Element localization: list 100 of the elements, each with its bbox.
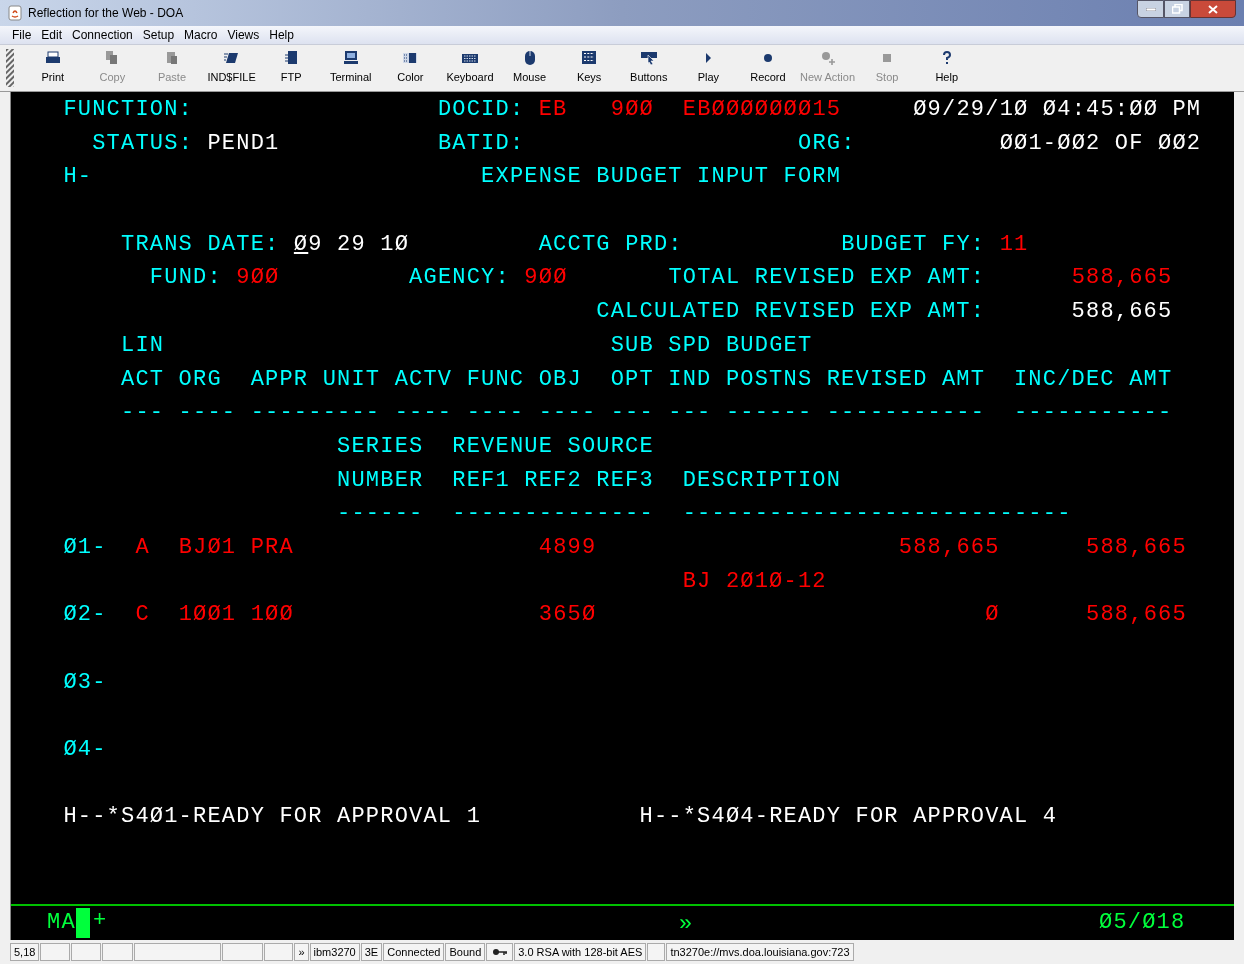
key-icon <box>491 948 508 956</box>
status-field: tn3270e://mvs.doa.louisiana.gov:723 <box>666 943 854 961</box>
terminal-text: BATID: <box>437 130 525 157</box>
terminal-text: 588,665 <box>1071 265 1173 292</box>
terminal-text: PRA <box>250 534 294 561</box>
terminal-text: Ø9 29 1Ø <box>293 231 410 258</box>
terminal-text: TRANS DATE: <box>121 231 280 258</box>
terminal-text: 1ØØ1 <box>178 602 237 629</box>
menu-item[interactable]: Setup <box>142 26 175 44</box>
terminal-text: SERIES <box>337 433 424 460</box>
menu-item[interactable]: File <box>12 26 32 44</box>
toolbar-button[interactable]: FTP <box>261 48 321 88</box>
menu-item[interactable]: Help <box>269 26 294 44</box>
status-field: ibm3270 <box>309 943 360 961</box>
terminal-text: Ø <box>985 602 1000 629</box>
menu-item[interactable]: Connection <box>72 26 133 44</box>
terminal-text: 11 <box>999 231 1029 258</box>
restore-icon <box>1171 4 1183 14</box>
terminal-text: H--*S4Ø4-READY FOR APPROVAL 4 <box>639 804 1058 831</box>
status-field: 3.0 RSA with 128-bit AES <box>514 943 647 961</box>
terminal-text: ------ -------------- --------------------------- <box>337 501 1072 528</box>
pointer-icon <box>640 50 657 67</box>
terminal-text: 588,665 <box>1086 602 1187 629</box>
terminal-text: FUNCTION: <box>63 97 194 123</box>
status-field: 3E <box>360 943 383 961</box>
window-title: Reflection for the Web - DOA <box>28 5 184 22</box>
terminal-text: ACT ORG APPR UNIT ACTV FUNC OBJ OPT IND POSTNS REVISED AMT INC/DEC AMT <box>121 366 1173 393</box>
terminal-text: 4899 <box>538 534 597 561</box>
keypad-icon <box>581 50 598 67</box>
add-action-icon <box>819 50 836 67</box>
mode-indicator: MA <box>47 909 76 936</box>
terminal-text: ØØ1-ØØ2 OF ØØ2 <box>999 130 1202 157</box>
paste-icon <box>164 50 180 67</box>
toolbar-button[interactable]: Keyboard <box>440 48 500 88</box>
terminal-text: BUDGET FY: <box>841 231 986 258</box>
toolbar-button[interactable]: Record <box>738 48 798 88</box>
terminal-text: STATUS: <box>92 130 194 157</box>
terminal-text: NUMBER REF1 REF2 REF3 DESCRIPTION <box>337 467 842 494</box>
terminal-text: 9ØØ <box>236 265 280 292</box>
close-icon <box>1208 4 1218 14</box>
minimize-icon <box>1145 7 1156 11</box>
document-icon <box>283 50 300 67</box>
menu-item[interactable]: Edit <box>41 26 63 44</box>
terminal-text: Ø3- <box>63 669 107 696</box>
terminal-text: LIN <box>121 332 165 359</box>
terminal-text: Ø2- <box>63 602 107 629</box>
terminal-text: Ø4- <box>63 737 107 764</box>
terminal-text: 588,665 <box>1086 534 1187 561</box>
terminal-text: SUB SPD BUDGET <box>610 332 813 359</box>
toolbar-button[interactable]: IND$FILE <box>201 48 262 88</box>
cursor-block <box>76 907 90 938</box>
terminal-text: REVENUE SOURCE <box>452 433 654 460</box>
status-field: Bound <box>445 943 486 961</box>
terminal-text: 1ØØ <box>250 602 294 629</box>
terminal-text: 9ØØ <box>524 265 568 292</box>
status-field: Connected <box>383 943 445 961</box>
maximize-button[interactable] <box>1164 0 1190 18</box>
app-icon <box>8 5 22 21</box>
terminal-text: EB <box>538 97 568 123</box>
terminal-text: H- <box>63 164 93 191</box>
toolbar-button[interactable]: Help <box>916 48 977 88</box>
terminal-text: FUND: <box>149 265 222 292</box>
toolbar-button[interactable]: Play <box>678 48 739 88</box>
terminal-text: CALCULATED REVISED EXP AMT: <box>596 299 986 326</box>
terminal-text: EBØØØØØØØ15 <box>682 97 842 123</box>
status-field: 5,18 <box>10 943 40 961</box>
toolbar-button[interactable]: Mouse <box>499 48 560 88</box>
toolbar-button[interactable]: Keys <box>559 48 619 88</box>
menu-item[interactable]: Macro <box>184 26 218 44</box>
terminal-text: EXPENSE BUDGET INPUT FORM <box>481 164 842 191</box>
toolbar-grip[interactable] <box>6 49 14 87</box>
terminal-text: 9ØØ <box>610 97 654 123</box>
terminal-text: C <box>135 602 150 629</box>
terminal-text: 588,665 <box>1071 299 1173 326</box>
terminal-text: AGENCY: <box>409 265 510 292</box>
terminal-text: 365Ø <box>538 602 597 629</box>
toolbar-button[interactable]: Color <box>380 48 441 88</box>
terminal-text: DOCID: <box>437 97 525 123</box>
status-field: » <box>294 943 309 961</box>
toolbar-button[interactable]: Terminal <box>320 48 381 88</box>
toolbar-button[interactable]: Buttons <box>618 48 679 88</box>
terminal-text: Ø1- <box>63 534 107 561</box>
minimize-button[interactable] <box>1137 0 1164 18</box>
input-indicator: » <box>679 911 694 938</box>
terminal-text: BJ 2Ø1Ø-12 <box>682 568 827 595</box>
terminal-text: ORG: <box>798 130 856 157</box>
terminal-text: TOTAL REVISED EXP AMT: <box>668 265 986 292</box>
menu-item[interactable]: Views <box>227 26 260 44</box>
terminal-text: ACCTG PRD: <box>538 231 683 258</box>
terminal-text: PEND1 <box>207 130 280 157</box>
cursor-position: Ø5/Ø18 <box>1099 909 1186 936</box>
monitor-icon <box>342 50 359 67</box>
terminal-text: H--*S4Ø1-READY FOR APPROVAL 1 <box>63 804 482 831</box>
terminal-text: Ø9/29/1Ø Ø4:45:ØØ PM <box>913 97 1202 123</box>
terminal-text: 588,665 <box>898 534 1000 561</box>
toolbar-button[interactable]: Print <box>23 48 83 88</box>
terminal-text: BJØ1 <box>178 534 237 561</box>
close-button[interactable] <box>1190 0 1236 18</box>
insert-indicator: + <box>93 907 108 934</box>
terminal-text: A <box>135 534 150 561</box>
